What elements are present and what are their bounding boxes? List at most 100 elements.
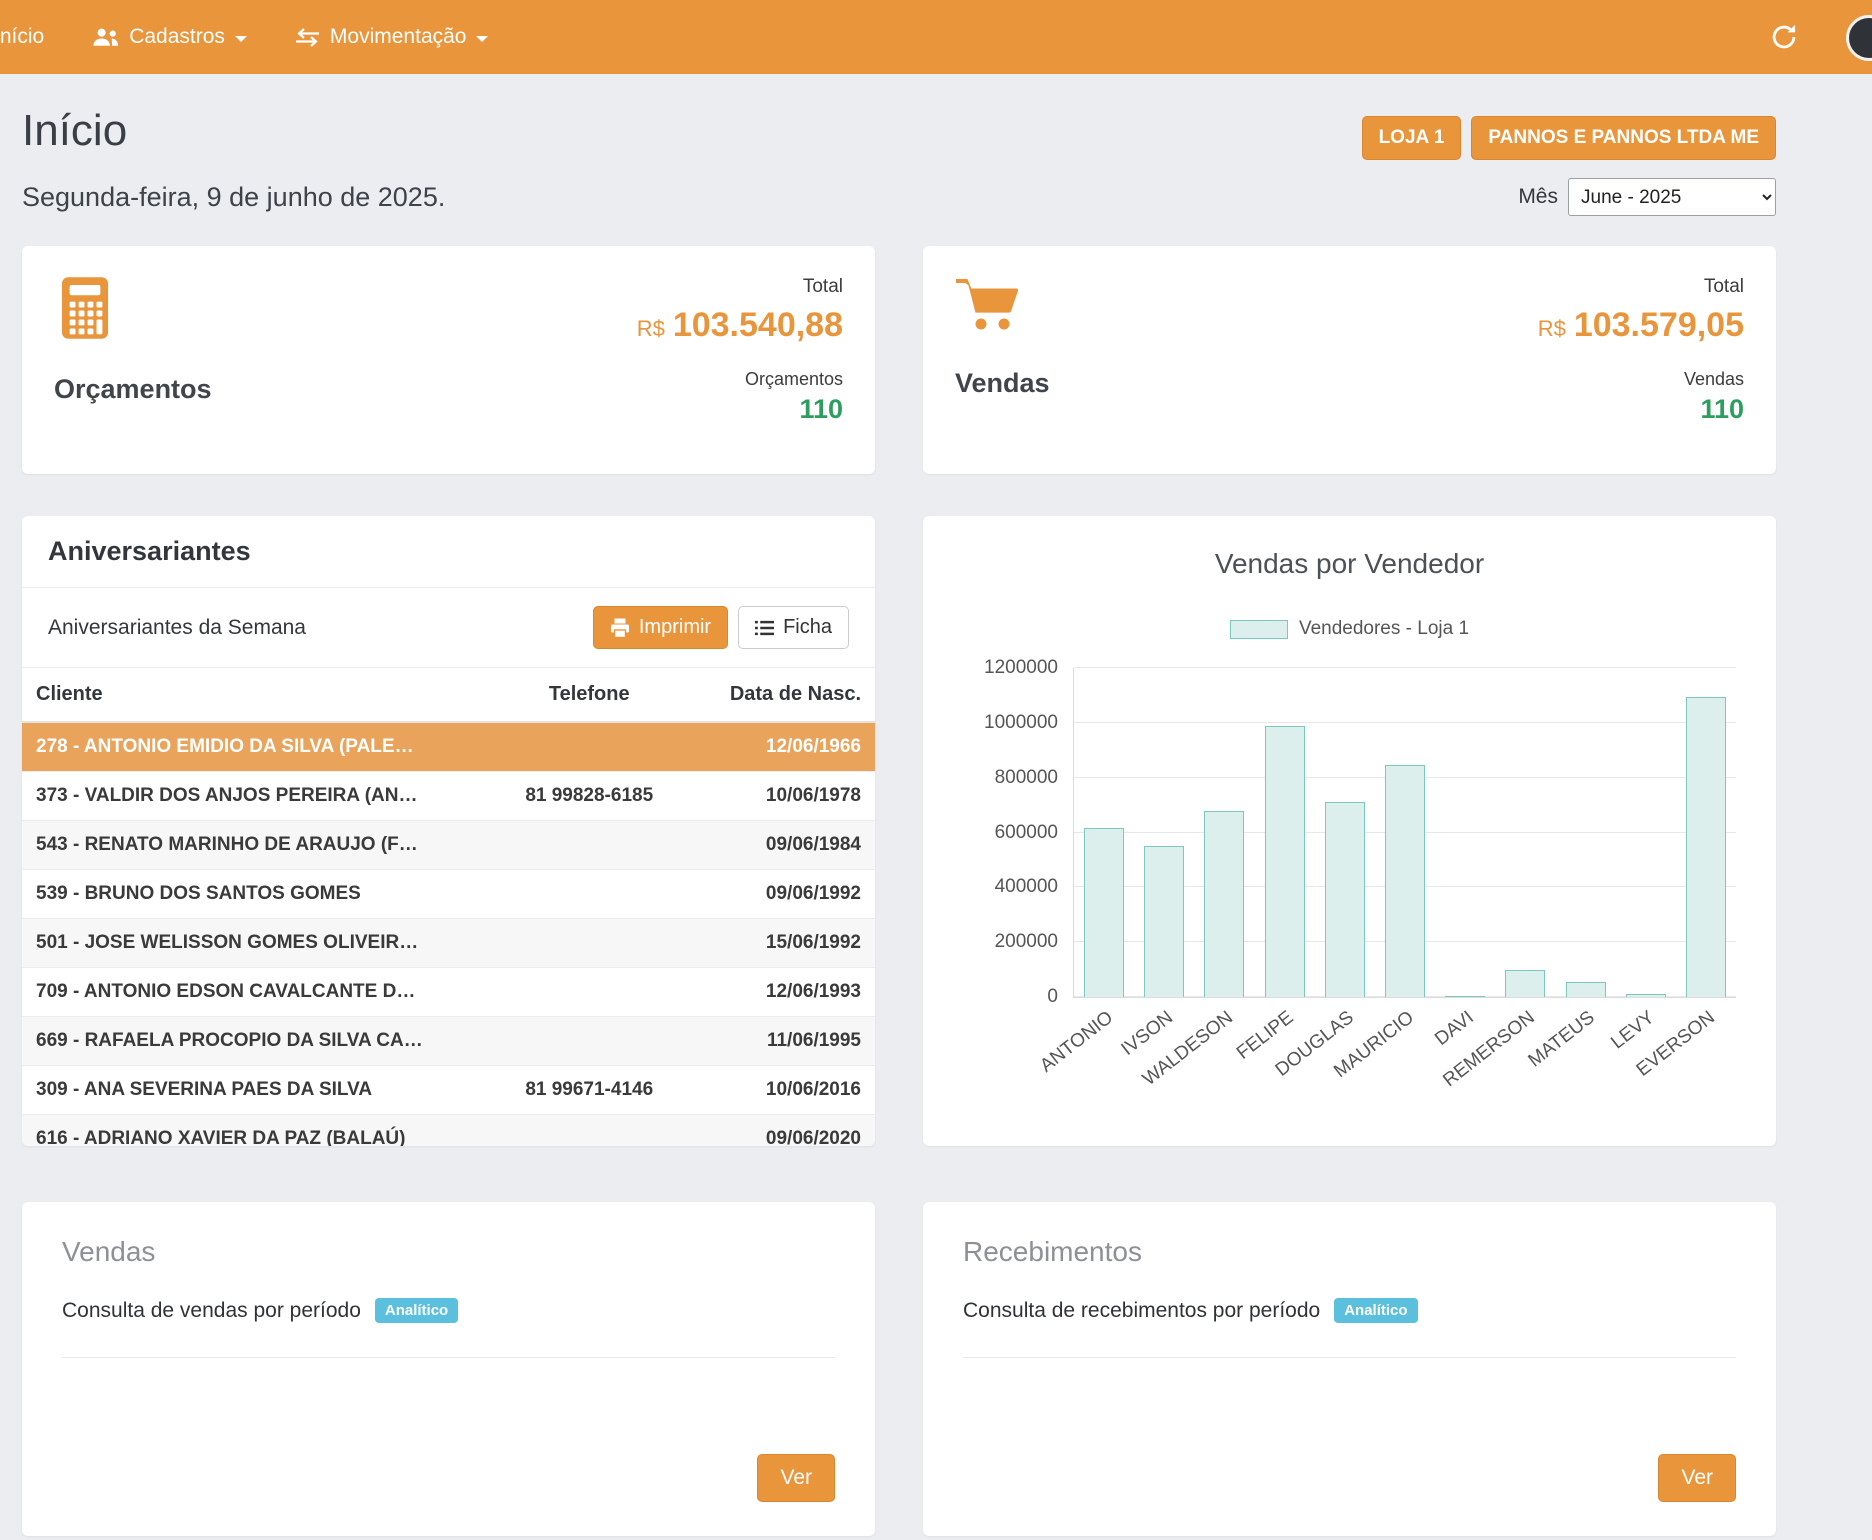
cell-telefone: 81 99671-4146 xyxy=(483,1066,696,1115)
y-axis-tick: 1000000 xyxy=(984,712,1058,734)
month-select[interactable]: June - 2025 xyxy=(1568,178,1776,216)
total-label: Total xyxy=(637,276,843,298)
bar-levy[interactable] xyxy=(1626,994,1666,997)
table-row[interactable]: 501 - JOSE WELISSON GOMES OLIVEIR…15/06/… xyxy=(22,919,875,968)
bar-mateus[interactable] xyxy=(1566,982,1606,997)
cell-cliente: 501 - JOSE WELISSON GOMES OLIVEIR… xyxy=(22,919,483,968)
refresh-icon xyxy=(1770,23,1798,51)
ver-vendas-button[interactable]: Ver xyxy=(757,1454,835,1502)
x-axis-label: LEVY xyxy=(1607,1007,1659,1054)
legend-label: Vendedores - Loja 1 xyxy=(1299,618,1469,640)
bar-felipe[interactable] xyxy=(1265,726,1305,997)
y-axis-tick: 600000 xyxy=(995,822,1058,844)
vendas-card: Vendas Total R$103.579,05 Vendas 110 xyxy=(923,246,1776,474)
cell-telefone xyxy=(483,919,696,968)
orcamentos-title: Orçamentos xyxy=(54,374,212,405)
month-label: Mês xyxy=(1518,185,1558,209)
table-row[interactable]: 616 - ADRIANO XAVIER DA PAZ (BALAÚ)09/06… xyxy=(22,1115,875,1147)
bar-waldeson[interactable] xyxy=(1204,811,1244,997)
vendas-count-label: Vendas xyxy=(1538,369,1744,390)
cell-telefone xyxy=(483,1017,696,1066)
currency-symbol: R$ xyxy=(1538,316,1566,341)
cell-nascimento: 12/06/1993 xyxy=(696,968,875,1017)
table-row[interactable]: 539 - BRUNO DOS SANTOS GOMES09/06/1992 xyxy=(22,870,875,919)
chart-legend[interactable]: Vendedores - Loja 1 xyxy=(923,618,1776,640)
legend-swatch-icon xyxy=(1230,620,1288,639)
table-row[interactable]: 309 - ANA SEVERINA PAES DA SILVA81 99671… xyxy=(22,1066,875,1115)
column-header-cliente: Cliente xyxy=(22,668,483,722)
bar-remerson[interactable] xyxy=(1505,970,1545,997)
table-row[interactable]: 278 - ANTONIO EMIDIO DA SILVA (PALE… 12/0… xyxy=(22,722,875,772)
cell-nascimento: 09/06/2020 xyxy=(696,1115,875,1147)
orcamentos-count-label: Orçamentos xyxy=(637,369,843,390)
y-axis-tick: 0 xyxy=(1047,986,1058,1008)
bar-mauricio[interactable] xyxy=(1385,765,1425,997)
page-title: Início xyxy=(22,106,127,156)
list-icon xyxy=(755,620,774,636)
bar-antonio[interactable] xyxy=(1084,828,1124,997)
nav-item-movimentacao[interactable]: Movimentação xyxy=(271,0,513,74)
cell-nascimento: 11/06/1995 xyxy=(696,1017,875,1066)
company-button[interactable]: PANNOS E PANNOS LTDA ME xyxy=(1471,116,1776,160)
cell-cliente: 543 - RENATO MARINHO DE ARAUJO (F… xyxy=(22,821,483,870)
vendas-title: Vendas xyxy=(955,368,1050,399)
vendas-por-vendedor-card: Vendas por Vendedor Vendedores - Loja 1 … xyxy=(923,516,1776,1146)
birthdays-table-body: 278 - ANTONIO EMIDIO DA SILVA (PALE… 12/0… xyxy=(22,722,875,1146)
bar-douglas[interactable] xyxy=(1325,802,1365,997)
shopping-cart-icon xyxy=(955,276,1050,334)
table-row[interactable]: 669 - RAFAELA PROCOPIO DA SILVA CA… 11/06… xyxy=(22,1017,875,1066)
column-header-nascimento: Data de Nasc. xyxy=(696,668,875,722)
vendas-panel: Vendas Consulta de vendas por período An… xyxy=(22,1202,875,1536)
orcamentos-total-value: 103.540,88 xyxy=(673,306,843,344)
nav-item-cadastros[interactable]: Cadastros xyxy=(68,0,271,74)
y-axis-tick: 200000 xyxy=(995,931,1058,953)
table-row[interactable]: 543 - RENATO MARINHO DE ARAUJO (F… 09/06/… xyxy=(22,821,875,870)
orcamentos-card: Orçamentos Total R$ 103.540,88 Orçamentos… xyxy=(22,246,875,474)
cell-nascimento: 12/06/1966 xyxy=(696,722,875,772)
print-button[interactable]: Imprimir xyxy=(593,606,728,649)
aniversariantes-card: Aniversariantes Aniversariantes da Seman… xyxy=(22,516,875,1146)
cell-telefone xyxy=(483,722,696,772)
chevron-down-icon xyxy=(476,36,488,42)
vendas-panel-title: Vendas xyxy=(62,1236,835,1268)
ver-recebimentos-button[interactable]: Ver xyxy=(1658,1454,1736,1502)
top-navbar: Início Cadastros Movimentação xyxy=(0,0,1872,74)
cell-telefone xyxy=(483,821,696,870)
aniversariantes-title: Aniversariantes xyxy=(22,516,875,588)
ficha-button[interactable]: Ficha xyxy=(738,606,849,649)
aniversariantes-subtitle: Aniversariantes da Semana xyxy=(48,616,306,640)
calculator-icon xyxy=(54,276,212,340)
nav-item-inicio[interactable]: Início xyxy=(0,0,68,74)
cell-nascimento: 09/06/1992 xyxy=(696,870,875,919)
bar-ivson[interactable] xyxy=(1144,846,1184,997)
currency-symbol: R$ xyxy=(637,316,665,341)
cell-telefone xyxy=(483,870,696,919)
cell-cliente: 278 - ANTONIO EMIDIO DA SILVA (PALE… xyxy=(22,722,483,772)
store-button[interactable]: LOJA 1 xyxy=(1362,116,1462,160)
ficha-button-label: Ficha xyxy=(783,616,832,639)
chevron-down-icon xyxy=(235,36,247,42)
nav-inicio-label: Início xyxy=(0,25,44,49)
cell-cliente: 669 - RAFAELA PROCOPIO DA SILVA CA… xyxy=(22,1017,483,1066)
x-axis-label: DAVI xyxy=(1431,1007,1478,1051)
users-icon xyxy=(92,27,119,48)
printer-icon xyxy=(610,618,630,638)
bar-davi[interactable] xyxy=(1445,996,1485,997)
table-row[interactable]: 709 - ANTONIO EDSON CAVALCANTE D… 12/06/1… xyxy=(22,968,875,1017)
refresh-button[interactable] xyxy=(1756,23,1812,51)
birthdays-table: Cliente Telefone Data de Nasc. 278 - ANT… xyxy=(22,668,875,1146)
table-row[interactable]: 373 - VALDIR DOS ANJOS PEREIRA (AN…81 99… xyxy=(22,772,875,821)
bar-chart: 020000040000060000080000010000001200000A… xyxy=(1073,668,1736,998)
bar-everson[interactable] xyxy=(1686,697,1726,997)
y-axis-tick: 1200000 xyxy=(984,657,1058,679)
exchange-arrows-icon xyxy=(295,28,320,47)
avatar[interactable] xyxy=(1846,15,1872,61)
cell-nascimento: 09/06/1984 xyxy=(696,821,875,870)
vendas-panel-text: Consulta de vendas por período xyxy=(62,1299,361,1323)
cell-cliente: 709 - ANTONIO EDSON CAVALCANTE D… xyxy=(22,968,483,1017)
analitico-badge: Analítico xyxy=(375,1298,458,1323)
y-axis-tick: 400000 xyxy=(995,876,1058,898)
vendas-total-value: 103.579,05 xyxy=(1574,306,1744,344)
analitico-badge: Analítico xyxy=(1334,1298,1417,1323)
total-label: Total xyxy=(1538,276,1744,298)
